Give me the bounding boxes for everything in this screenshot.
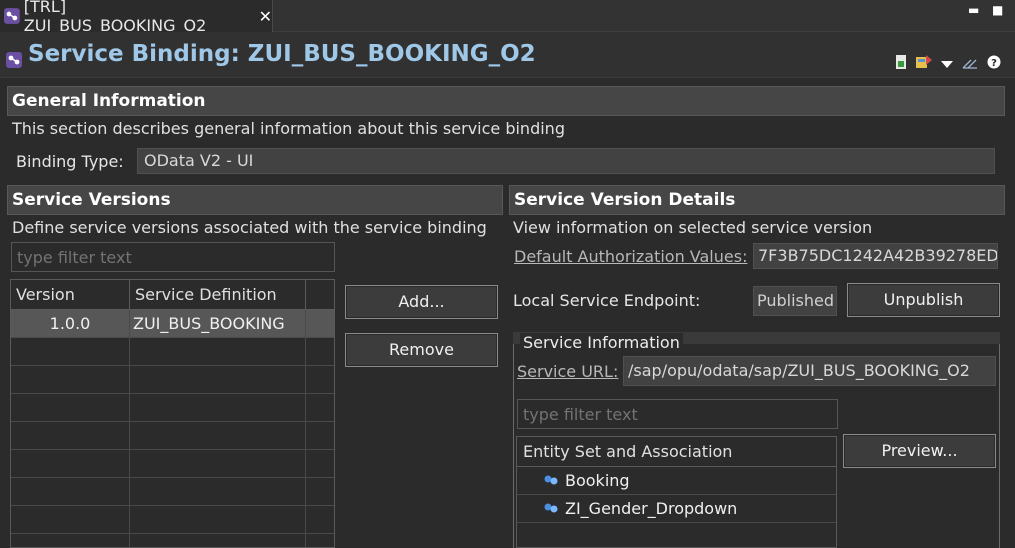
binding-type-label: Binding Type: [16, 152, 124, 171]
editor-tab[interactable]: [TRL] ZUI_BUS_BOOKING_O2 ✕ [0, 0, 273, 35]
service-definition-cell: ZUI_BUS_BOOKING [130, 310, 306, 338]
table-row [11, 478, 334, 506]
link-with-editor-icon[interactable] [962, 54, 978, 73]
service-versions-table[interactable]: Version Service Definition 1.0.0 ZUI_BUS… [10, 279, 335, 548]
list-item[interactable]: ZI_Gender_Dropdown [517, 495, 836, 523]
unpublish-button[interactable]: Unpublish [847, 283, 1000, 317]
table-header: Version Service Definition [11, 280, 334, 310]
help-icon[interactable]: ? [987, 54, 1001, 73]
service-binding-icon [6, 52, 22, 68]
column-header-version[interactable]: Version [11, 280, 130, 310]
endpoint-status-field: Published [753, 286, 837, 316]
general-information-header[interactable]: General Information [7, 86, 1005, 116]
service-binding-icon [4, 8, 20, 24]
close-icon[interactable]: ✕ [259, 7, 272, 26]
dropdown-icon[interactable] [941, 54, 953, 73]
table-row [11, 506, 334, 534]
entity-set-icon [544, 503, 558, 513]
service-version-details-header[interactable]: Service Version Details [509, 185, 1005, 215]
service-versions-description: Define service versions associated with … [12, 218, 487, 237]
remove-version-button[interactable]: Remove [345, 333, 498, 367]
versions-filter-input[interactable] [11, 242, 335, 272]
service-url-field[interactable]: /sap/opu/odata/sap/ZUI_BUS_BOOKING_O2 [623, 356, 996, 386]
default-authorization-field[interactable]: 7F3B75DC1242A42B39278ED [753, 243, 998, 269]
minimize-icon[interactable]: ▬ [968, 3, 979, 17]
binding-type-field[interactable]: OData V2 - UI [137, 148, 995, 174]
svg-text:?: ? [991, 58, 997, 69]
table-row[interactable]: 1.0.0 ZUI_BUS_BOOKING [11, 310, 334, 338]
list-item[interactable]: Booking [517, 467, 836, 495]
table-row [11, 366, 334, 394]
run-icon[interactable] [916, 54, 932, 73]
entity-set-column-header[interactable]: Entity Set and Association [517, 437, 836, 467]
table-row [11, 422, 334, 450]
editor-tab-label: [TRL] ZUI_BUS_BOOKING_O2 [23, 0, 207, 35]
page-title: Service Binding: ZUI_BUS_BOOKING_O2 [28, 41, 536, 67]
activate-icon[interactable] [895, 54, 907, 73]
table-row [11, 394, 334, 422]
entity-set-table[interactable]: Entity Set and Association Booking ZI_Ge… [516, 436, 837, 548]
maximize-icon[interactable]: ■ [992, 3, 1003, 17]
table-row [11, 534, 334, 547]
column-header-service-definition[interactable]: Service Definition [130, 280, 306, 310]
general-description: This section describes general informati… [12, 119, 565, 138]
table-row [11, 450, 334, 478]
service-versions-header[interactable]: Service Versions [7, 185, 503, 215]
default-authorization-link[interactable]: Default Authorization Values: [514, 247, 747, 266]
entity-set-icon [544, 475, 558, 485]
local-service-endpoint-label: Local Service Endpoint: [513, 291, 701, 310]
service-information-legend: Service Information [520, 333, 683, 352]
editor-header: Service Binding: ZUI_BUS_BOOKING_O2 ? [0, 32, 1015, 78]
entity-label: ZI_Gender_Dropdown [565, 499, 738, 518]
service-url-link[interactable]: Service URL: [517, 362, 618, 381]
editor-tab-bar: [TRL] ZUI_BUS_BOOKING_O2 ✕ ▬ ■ [0, 0, 1015, 35]
preview-button[interactable]: Preview... [843, 434, 996, 468]
version-cell: 1.0.0 [11, 310, 130, 338]
entity-filter-input[interactable] [517, 399, 838, 429]
header-toolbar: ? [895, 54, 1001, 73]
entity-label: Booking [565, 471, 630, 490]
service-version-details-description: View information on selected service ver… [513, 218, 873, 237]
table-row [11, 338, 334, 366]
add-version-button[interactable]: Add... [345, 285, 498, 319]
